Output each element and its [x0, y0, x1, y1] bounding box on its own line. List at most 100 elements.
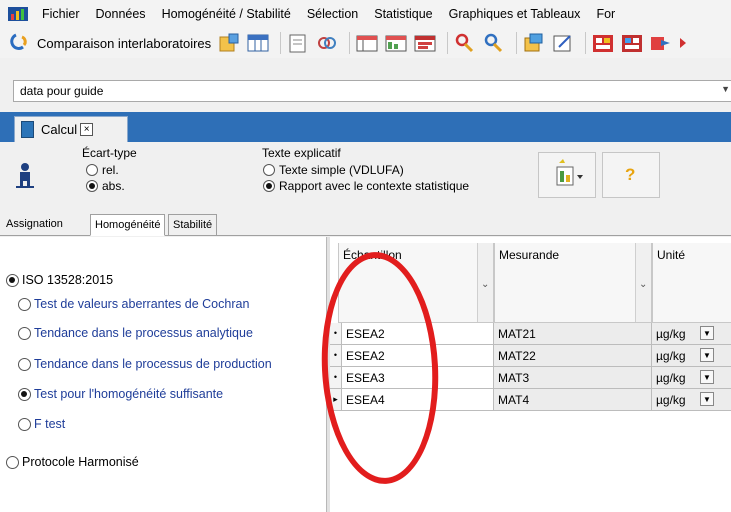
chevron-down-icon[interactable]: ▼ [700, 370, 714, 384]
edit-icon[interactable] [551, 32, 575, 54]
radio-rel[interactable] [86, 164, 98, 176]
production-trend-option[interactable]: Tendance dans le processus de production [18, 357, 272, 371]
texte-explicatif-title: Texte explicatif [262, 146, 341, 160]
toolbar: Comparaison interlaboratoires [0, 28, 731, 58]
column-filter-button[interactable]: ⌄ [635, 243, 651, 322]
rapport-contexte-option[interactable]: Rapport avec le contexte statistique [263, 179, 469, 193]
help-button[interactable]: ? [602, 152, 660, 198]
sufficient-homogeneity-label: Test pour l'homogénéité suffisante [34, 387, 224, 401]
menu-fichier[interactable]: Fichier [34, 7, 88, 21]
menu-selection[interactable]: Sélection [299, 7, 366, 21]
more-icon[interactable] [678, 32, 688, 54]
radio-protocole[interactable] [6, 455, 19, 469]
toolbar-separator [349, 32, 351, 54]
table-row[interactable]: • ESEA3 MAT3 µg/kg ▼ [330, 367, 731, 389]
radio-sufficient-homogeneity[interactable] [18, 387, 31, 401]
cochran-test-option[interactable]: Test de valeurs aberrantes de Cochran [18, 297, 249, 311]
import-data-icon[interactable] [217, 32, 241, 54]
chevron-down-icon[interactable]: ▼ [700, 348, 714, 362]
search-lab-icon[interactable] [482, 32, 506, 54]
table-row[interactable]: ▸ ESEA4 MAT4 µg/kg ▼ [330, 389, 731, 411]
menu-graphiques-tableaux[interactable]: Graphiques et Tableaux [441, 7, 589, 21]
texte-simple-option[interactable]: Texte simple (VDLUFA) [263, 163, 404, 177]
column-header-echantillon[interactable]: Échantillon ⌄ [338, 243, 494, 323]
cell-echantillon[interactable]: ESEA3 [342, 367, 494, 388]
chevron-down-icon[interactable]: ▼ [700, 326, 714, 340]
radio-texte-simple[interactable] [263, 164, 275, 176]
row-indicator[interactable]: ▸ [330, 389, 342, 410]
sample-view-icon[interactable] [355, 32, 379, 54]
cell-unite-value: µg/kg [656, 349, 686, 363]
row-indicator[interactable]: • [330, 323, 342, 344]
report-blue-icon[interactable] [620, 32, 644, 54]
row-indicator[interactable]: • [330, 345, 342, 366]
row-indicator[interactable]: • [330, 367, 342, 388]
tab-stabilite[interactable]: Stabilité [168, 214, 218, 236]
table-row[interactable]: • ESEA2 MAT22 µg/kg ▼ [330, 345, 731, 367]
menu-donnees[interactable]: Données [88, 7, 154, 21]
analytical-trend-option[interactable]: Tendance dans le processus analytique [18, 326, 253, 340]
cell-mesurande[interactable]: MAT21 [494, 323, 652, 344]
toolbar-separator [585, 32, 587, 54]
menu-bar: Fichier Données Homogénéité / Stabilité … [0, 0, 731, 28]
toolbar-separator [280, 32, 282, 54]
column-header-mesurande[interactable]: Mesurande ⌄ [494, 243, 652, 323]
results-view-icon[interactable] [413, 32, 437, 54]
link-icon[interactable] [315, 32, 339, 54]
close-icon[interactable]: × [80, 123, 94, 136]
tab-homogeneite[interactable]: Homogénéité [90, 214, 166, 236]
document-icon[interactable] [286, 32, 310, 54]
tab-assignation[interactable]: Assignation [6, 218, 63, 230]
radio-f-test[interactable] [18, 417, 31, 431]
cell-echantillon[interactable]: ESEA2 [342, 323, 494, 344]
menu-statistique[interactable]: Statistique [366, 7, 440, 21]
chevron-down-icon: ⌄ [639, 279, 648, 290]
radio-analytical-trend[interactable] [18, 326, 31, 340]
cell-unite[interactable]: µg/kg ▼ [652, 345, 731, 366]
radio-rapport[interactable] [263, 180, 275, 192]
send-icon[interactable] [649, 32, 673, 54]
cell-unite[interactable]: µg/kg ▼ [652, 323, 731, 344]
calculator-icon [21, 121, 34, 138]
column-header-unite[interactable]: Unité [652, 243, 731, 323]
cell-unite[interactable]: µg/kg ▼ [652, 389, 731, 410]
person-icon[interactable] [14, 162, 36, 188]
measurands-grid: Échantillon ⌄ Mesurande ⌄ Unité • ESEA2 … [330, 237, 731, 512]
sufficient-homogeneity-option[interactable]: Test pour l'homogénéité suffisante [18, 387, 223, 401]
chevron-down-icon[interactable]: ▼ [721, 84, 730, 94]
column-header-mesurande-label: Mesurande [499, 248, 560, 262]
cell-mesurande[interactable]: MAT22 [494, 345, 652, 366]
protocole-harmonise-option[interactable]: Protocole Harmonisé [6, 455, 139, 469]
menu-formats[interactable]: For [588, 7, 623, 21]
radio-cochran[interactable] [18, 297, 31, 311]
iso-label: ISO 13528:2015 [22, 273, 114, 287]
mode-label[interactable]: Comparaison interlaboratoires [37, 36, 211, 51]
chevron-down-icon[interactable]: ▼ [700, 392, 714, 406]
cell-mesurande[interactable]: MAT4 [494, 389, 652, 410]
radio-iso[interactable] [6, 273, 19, 287]
ecart-type-rel[interactable]: rel. [86, 163, 119, 177]
radio-abs[interactable] [86, 180, 98, 192]
cell-echantillon[interactable]: ESEA4 [342, 389, 494, 410]
ecart-type-abs[interactable]: abs. [86, 179, 125, 193]
export-icon[interactable] [522, 32, 546, 54]
generate-report-button[interactable] [538, 152, 596, 198]
dataset-select[interactable]: data pour guide ▼ [13, 80, 731, 102]
table-row[interactable]: • ESEA2 MAT21 µg/kg ▼ [330, 323, 731, 345]
column-filter-button[interactable]: ⌄ [477, 243, 493, 322]
menu-homogeneite-stabilite[interactable]: Homogénéité / Stabilité [154, 7, 299, 21]
cell-unite-value: µg/kg [656, 327, 686, 341]
tab-calcul[interactable]: Calcul × [14, 116, 128, 142]
measurand-view-icon[interactable] [384, 32, 408, 54]
f-test-option[interactable]: F test [18, 417, 65, 431]
iso-13528-option[interactable]: ISO 13528:2015 [6, 273, 113, 287]
report-red-icon[interactable] [591, 32, 615, 54]
table-icon[interactable] [246, 32, 270, 54]
radio-production-trend[interactable] [18, 357, 31, 371]
cell-echantillon[interactable]: ESEA2 [342, 345, 494, 366]
cell-unite[interactable]: µg/kg ▼ [652, 367, 731, 388]
chevron-down-icon: ⌄ [481, 279, 490, 290]
cell-mesurande[interactable]: MAT3 [494, 367, 652, 388]
interlab-comparison-icon[interactable] [10, 32, 28, 54]
search-participant-icon[interactable] [453, 32, 477, 54]
